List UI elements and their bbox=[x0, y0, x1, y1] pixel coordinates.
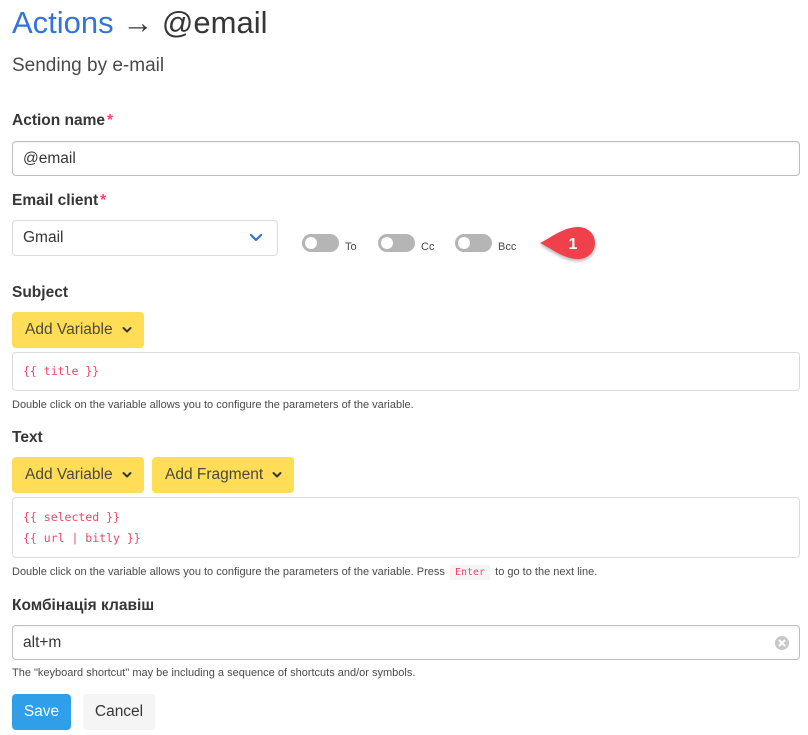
email-client-label: Email client * bbox=[12, 192, 107, 209]
save-button[interactable]: Save bbox=[12, 694, 71, 730]
text-label: Text bbox=[12, 429, 43, 446]
shortcut-field bbox=[12, 625, 800, 660]
to-switch[interactable] bbox=[302, 234, 339, 252]
subject-line: {{ title }} bbox=[23, 364, 100, 378]
enter-key-hint: Enter bbox=[449, 565, 491, 580]
cancel-button[interactable]: Cancel bbox=[83, 694, 155, 730]
action-name-label: Action name * bbox=[12, 112, 114, 129]
shortcut-input[interactable] bbox=[13, 626, 753, 660]
callout-number: 1 bbox=[569, 236, 578, 253]
subject-label: Subject bbox=[12, 284, 68, 301]
chevron-down-icon bbox=[272, 472, 282, 478]
text-help-text: Double click on the variable allows you … bbox=[12, 565, 598, 580]
subject-help-text: Double click on the variable allows you … bbox=[12, 399, 414, 411]
text-line: {{ url | bitly }} bbox=[23, 531, 141, 545]
email-client-selected: Gmail bbox=[23, 229, 64, 246]
subject-editor[interactable]: {{ title }} bbox=[12, 352, 800, 391]
toggle-cc-label: Cc bbox=[421, 241, 435, 253]
toggle-to[interactable]: To bbox=[302, 233, 357, 253]
action-name-input[interactable] bbox=[12, 141, 800, 176]
breadcrumb-arrow: → bbox=[122, 5, 154, 40]
text-add-variable-button[interactable]: Add Variable bbox=[12, 457, 144, 493]
shortcut-label: Комбінація клавіш bbox=[12, 597, 155, 614]
shortcut-help-text: The "keyboard shortcut" may be including… bbox=[12, 667, 416, 679]
toggle-to-label: To bbox=[345, 241, 357, 253]
annotation-callout: 1 bbox=[540, 227, 595, 259]
page-title-text: @email bbox=[161, 5, 268, 40]
subject-add-variable-button[interactable]: Add Variable bbox=[12, 312, 144, 348]
chevron-down-icon bbox=[249, 233, 263, 242]
cc-switch[interactable] bbox=[378, 234, 415, 252]
page-subtitle: Sending by e-mail bbox=[12, 55, 165, 76]
chevron-down-icon bbox=[122, 472, 132, 478]
email-client-select[interactable]: Gmail bbox=[12, 220, 278, 256]
text-add-fragment-button[interactable]: Add Fragment bbox=[152, 457, 295, 493]
required-mark: * bbox=[107, 112, 114, 129]
toggle-cc[interactable]: Cc bbox=[378, 233, 434, 253]
required-mark: * bbox=[100, 192, 107, 209]
bcc-switch[interactable] bbox=[455, 234, 492, 252]
breadcrumb-actions-link[interactable]: Actions bbox=[12, 5, 114, 40]
text-editor[interactable]: {{ selected }} {{ url | bitly }} bbox=[12, 497, 800, 558]
toggle-bcc[interactable]: Bcc bbox=[455, 233, 516, 253]
clear-icon[interactable] bbox=[775, 636, 789, 650]
page-title: Actions → @email bbox=[12, 2, 267, 44]
chevron-down-icon bbox=[122, 327, 132, 333]
text-line: {{ selected }} bbox=[23, 510, 120, 524]
toggle-bcc-label: Bcc bbox=[498, 241, 517, 253]
